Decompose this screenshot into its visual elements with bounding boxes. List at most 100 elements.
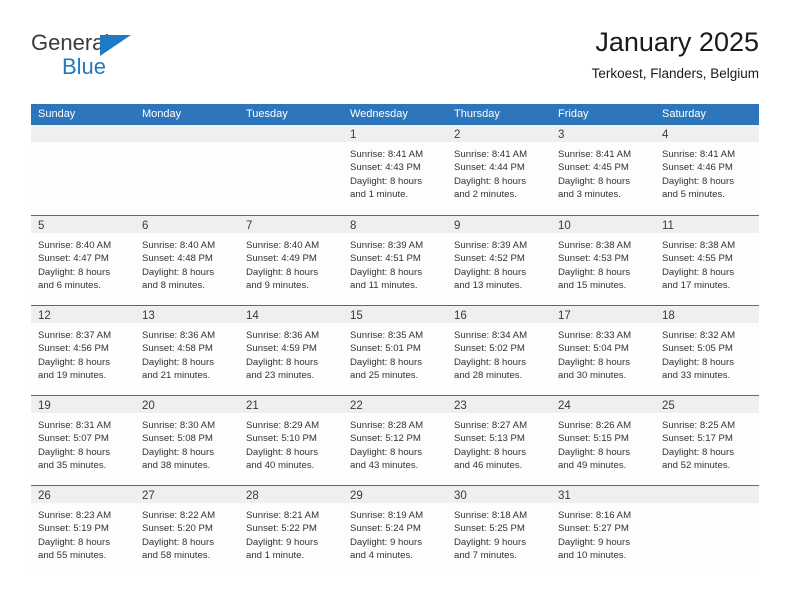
sunrise-text: Sunrise: 8:39 AM [454,240,528,251]
calendar-day-cell[interactable]: 11 Sunrise: 8:38 AM Sunset: 4:55 PM Dayligh… [655,216,759,305]
day-number: 3 [558,129,565,141]
day-details: Sunrise: 8:19 AM Sunset: 5:24 PM Daylight:… [343,503,447,563]
day-number-band: 14 [239,306,343,323]
calendar-day-cell[interactable]: 26 Sunrise: 8:23 AM Sunset: 5:19 PM Dayligh… [31,486,135,575]
daylight-text-line2: and 21 minutes. [142,370,211,382]
day-details: Sunrise: 8:22 AM Sunset: 5:20 PM Daylight:… [135,503,239,563]
general-blue-logo: General Blue [31,30,151,86]
sunset-text: Sunset: 5:01 PM [350,343,421,355]
day-number-band: 22 [343,396,447,413]
location-subtitle: Terkoest, Flanders, Belgium [591,66,759,81]
calendar-day-cell[interactable]: 28 Sunrise: 8:21 AM Sunset: 5:22 PM Dayligh… [239,486,343,575]
calendar-day-cell[interactable]: 5 Sunrise: 8:40 AM Sunset: 4:47 PM Daylight… [31,216,135,305]
day-number: 12 [38,310,51,322]
calendar-day-cell[interactable]: 20 Sunrise: 8:30 AM Sunset: 5:08 PM Dayligh… [135,396,239,485]
sunrise-text: Sunrise: 8:36 AM [142,330,216,341]
sunset-text: Sunset: 5:10 PM [246,433,317,445]
daylight-text-line1: Daylight: 8 hours [142,266,214,278]
day-details: Sunrise: 8:40 AM Sunset: 4:48 PM Daylight:… [135,233,239,293]
calendar-day-cell[interactable]: 27 Sunrise: 8:22 AM Sunset: 5:20 PM Dayligh… [135,486,239,575]
day-number: 10 [558,220,571,232]
sunset-text: Sunset: 5:08 PM [142,433,213,445]
calendar-day-cell[interactable]: 9 Sunrise: 8:39 AM Sunset: 4:52 PM Daylight… [447,216,551,305]
daylight-text-line2: and 15 minutes. [558,280,627,292]
calendar-day-cell[interactable]: 1 Sunrise: 8:41 AM Sunset: 4:43 PM Daylight… [343,125,447,215]
day-number: 13 [142,310,155,322]
daylight-text-line2: and 28 minutes. [454,370,523,382]
day-number: 15 [350,310,363,322]
day-details: Sunrise: 8:38 AM Sunset: 4:55 PM Daylight:… [655,233,759,293]
day-details: Sunrise: 8:36 AM Sunset: 4:59 PM Daylight:… [239,323,343,383]
day-number-band: 25 [655,396,759,413]
daylight-text-line1: Daylight: 9 hours [246,536,318,548]
day-details: Sunrise: 8:29 AM Sunset: 5:10 PM Daylight:… [239,413,343,473]
calendar-day-cell[interactable]: 12 Sunrise: 8:37 AM Sunset: 4:56 PM Dayligh… [31,306,135,395]
calendar-day-cell[interactable]: 16 Sunrise: 8:34 AM Sunset: 5:02 PM Dayligh… [447,306,551,395]
calendar-day-cell[interactable]: 25 Sunrise: 8:25 AM Sunset: 5:17 PM Dayligh… [655,396,759,485]
calendar-day-cell[interactable]: 22 Sunrise: 8:28 AM Sunset: 5:12 PM Dayligh… [343,396,447,485]
day-number-band: 2 [447,125,551,142]
day-details: Sunrise: 8:25 AM Sunset: 5:17 PM Daylight:… [655,413,759,473]
day-number: 23 [454,400,467,412]
sunset-text: Sunset: 5:13 PM [454,433,525,445]
daylight-text-line1: Daylight: 8 hours [558,356,630,368]
daylight-text-line1: Daylight: 8 hours [662,266,734,278]
day-details: Sunrise: 8:34 AM Sunset: 5:02 PM Daylight:… [447,323,551,383]
daylight-text-line2: and 9 minutes. [246,280,309,292]
weekday-header-friday: Friday [558,108,589,120]
calendar-day-cell[interactable]: 21 Sunrise: 8:29 AM Sunset: 5:10 PM Dayligh… [239,396,343,485]
sunset-text: Sunset: 4:44 PM [454,162,525,174]
sunrise-text: Sunrise: 8:22 AM [142,510,216,521]
calendar-day-cell[interactable]: 24 Sunrise: 8:26 AM Sunset: 5:15 PM Dayligh… [551,396,655,485]
daylight-text-line1: Daylight: 8 hours [662,446,734,458]
sunrise-text: Sunrise: 8:28 AM [350,420,424,431]
day-details: Sunrise: 8:32 AM Sunset: 5:05 PM Daylight:… [655,323,759,383]
day-details: Sunrise: 8:27 AM Sunset: 5:13 PM Daylight:… [447,413,551,473]
sunset-text: Sunset: 4:52 PM [454,253,525,265]
calendar-day-cell[interactable]: 2 Sunrise: 8:41 AM Sunset: 4:44 PM Daylight… [447,125,551,215]
sunrise-text: Sunrise: 8:32 AM [662,330,736,341]
calendar-day-cell[interactable]: 3 Sunrise: 8:41 AM Sunset: 4:45 PM Daylight… [551,125,655,215]
calendar-day-cell-empty [655,486,759,575]
daylight-text-line1: Daylight: 8 hours [246,266,318,278]
calendar-day-cell[interactable]: 30 Sunrise: 8:18 AM Sunset: 5:25 PM Dayligh… [447,486,551,575]
daylight-text-line1: Daylight: 8 hours [454,266,526,278]
day-details: Sunrise: 8:30 AM Sunset: 5:08 PM Daylight:… [135,413,239,473]
calendar-day-cell[interactable]: 18 Sunrise: 8:32 AM Sunset: 5:05 PM Dayligh… [655,306,759,395]
day-number: 25 [662,400,675,412]
calendar-day-cell[interactable]: 29 Sunrise: 8:19 AM Sunset: 5:24 PM Dayligh… [343,486,447,575]
daylight-text-line2: and 11 minutes. [350,280,418,292]
day-number-band: 24 [551,396,655,413]
daylight-text-line2: and 1 minute. [246,550,305,562]
calendar-day-cell[interactable]: 6 Sunrise: 8:40 AM Sunset: 4:48 PM Daylight… [135,216,239,305]
day-number: 20 [142,400,155,412]
sunset-text: Sunset: 4:49 PM [246,253,317,265]
daylight-text-line1: Daylight: 8 hours [142,446,214,458]
day-number: 29 [350,490,363,502]
day-number-band: 29 [343,486,447,503]
daylight-text-line2: and 7 minutes. [454,550,517,562]
daylight-text-line1: Daylight: 8 hours [350,175,422,187]
sunrise-text: Sunrise: 8:26 AM [558,420,632,431]
calendar-day-cell[interactable]: 31 Sunrise: 8:16 AM Sunset: 5:27 PM Dayligh… [551,486,655,575]
weekday-header-thursday: Thursday [454,108,500,120]
daylight-text-line1: Daylight: 8 hours [558,266,630,278]
day-number-band: 5 [31,216,135,233]
calendar-day-cell[interactable]: 15 Sunrise: 8:35 AM Sunset: 5:01 PM Dayligh… [343,306,447,395]
calendar-weeks: 1 Sunrise: 8:41 AM Sunset: 4:43 PM Daylight… [31,125,759,575]
calendar-day-cell[interactable]: 23 Sunrise: 8:27 AM Sunset: 5:13 PM Dayligh… [447,396,551,485]
day-number-band: 30 [447,486,551,503]
daylight-text-line1: Daylight: 8 hours [38,536,110,548]
sunrise-text: Sunrise: 8:40 AM [142,240,216,251]
sunrise-text: Sunrise: 8:21 AM [246,510,320,521]
sunrise-text: Sunrise: 8:25 AM [662,420,736,431]
calendar-day-cell[interactable]: 10 Sunrise: 8:38 AM Sunset: 4:53 PM Dayligh… [551,216,655,305]
calendar-day-cell[interactable]: 19 Sunrise: 8:31 AM Sunset: 5:07 PM Dayligh… [31,396,135,485]
calendar-day-cell[interactable]: 4 Sunrise: 8:41 AM Sunset: 4:46 PM Daylight… [655,125,759,215]
daylight-text-line1: Daylight: 8 hours [350,266,422,278]
calendar-day-cell[interactable]: 14 Sunrise: 8:36 AM Sunset: 4:59 PM Dayligh… [239,306,343,395]
calendar-day-cell[interactable]: 17 Sunrise: 8:33 AM Sunset: 5:04 PM Dayligh… [551,306,655,395]
calendar-day-cell[interactable]: 7 Sunrise: 8:40 AM Sunset: 4:49 PM Daylight… [239,216,343,305]
calendar-day-cell[interactable]: 13 Sunrise: 8:36 AM Sunset: 4:58 PM Dayligh… [135,306,239,395]
calendar-day-cell[interactable]: 8 Sunrise: 8:39 AM Sunset: 4:51 PM Daylight… [343,216,447,305]
